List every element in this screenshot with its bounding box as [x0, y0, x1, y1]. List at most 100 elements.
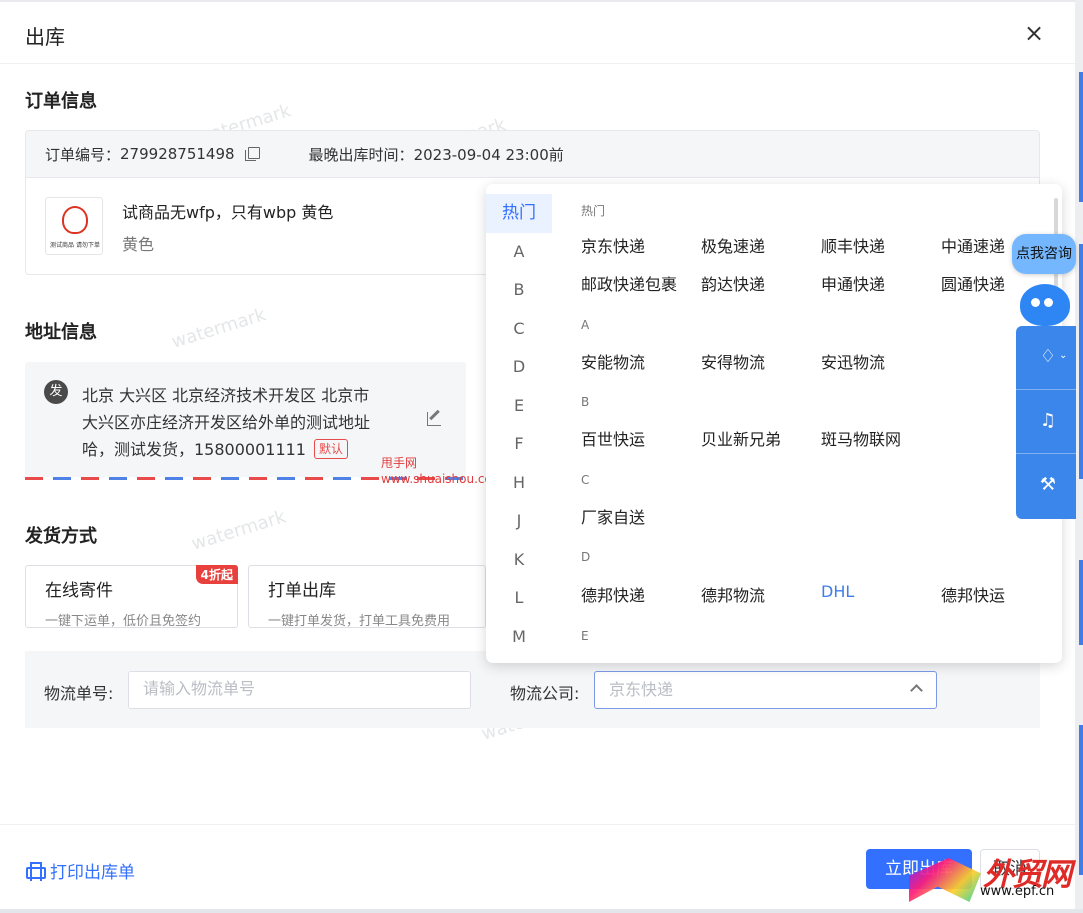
product-text: 试商品无wfp，只有wbp 黄色 黄色: [122, 197, 333, 255]
close-icon[interactable]: ×: [1022, 21, 1046, 45]
address-section-title: 地址信息: [25, 322, 97, 343]
shipping-option-print[interactable]: 打单出库 一键打单发货，打单工具免费用: [248, 565, 486, 629]
print-outbound-label: 打印出库单: [50, 863, 135, 883]
logistics-company-select[interactable]: 京东快递: [594, 671, 937, 709]
default-tag: 默认: [313, 439, 348, 459]
consult-button[interactable]: 点我咨询: [1012, 234, 1076, 274]
site-watermark-name: 甩手网: [381, 456, 418, 470]
alphabet-tab-c[interactable]: C: [486, 310, 552, 349]
company-option[interactable]: 邮政快递包裹: [581, 271, 677, 295]
alphabet-tab-f[interactable]: F: [486, 425, 552, 464]
logistics-company-label: 物流公司:: [510, 684, 580, 703]
product-name: 试商品无wfp，只有wbp 黄色: [122, 203, 334, 222]
company-option[interactable]: 德邦快递: [581, 582, 645, 606]
alphabet-tab-k[interactable]: K: [486, 541, 552, 580]
top-border: [0, 0, 1075, 4]
order-number-label: 订单编号：: [45, 145, 121, 164]
alphabet-tab-j[interactable]: J: [486, 502, 552, 541]
dialog-header: 出库 ×: [0, 5, 1075, 64]
order-number-value: 279928751498: [120, 145, 235, 163]
group-title-e: E: [581, 629, 589, 643]
idea-tool[interactable]: ♢ ⌄: [1016, 326, 1076, 390]
company-option[interactable]: 百世快运: [581, 426, 645, 450]
logo-url: www.epf.cn: [980, 884, 1055, 899]
group-title-b: B: [581, 395, 590, 409]
company-option[interactable]: 安能物流: [581, 349, 645, 373]
shipping-option-title: 打单出库: [268, 581, 336, 601]
shipping-option-desc: 一键下运单，低价且免签约: [45, 614, 202, 629]
company-option[interactable]: 德邦物流: [701, 582, 765, 606]
alphabet-tab-b[interactable]: B: [486, 271, 552, 310]
lightbulb-icon: ♢: [1039, 346, 1057, 367]
order-info-header: 订单编号： 279928751498 最晚出库时间： 2023-09-04 23…: [26, 131, 1039, 178]
tracking-number-label: 物流单号:: [44, 684, 114, 703]
shipping-option-online[interactable]: 在线寄件 一键下运单，低价且免签约 4折起: [25, 565, 238, 629]
address-line-2: 大兴区亦庄经济开发区给外单的测试地址: [82, 413, 371, 432]
discount-badge: 4折起: [195, 565, 238, 584]
company-option[interactable]: 安得物流: [701, 349, 765, 373]
company-option[interactable]: 中通速递: [941, 233, 1005, 257]
background-watermark: watermark: [169, 304, 269, 353]
company-option[interactable]: 京东快递: [581, 233, 645, 257]
company-option[interactable]: 顺丰快递: [821, 233, 885, 257]
printer-icon: [25, 862, 46, 881]
page-scroll-rail[interactable]: [1075, 0, 1083, 913]
rail-marker: [1079, 560, 1083, 645]
logistics-company-value: 京东快递: [609, 680, 674, 699]
tracking-number-input[interactable]: [128, 671, 471, 709]
alphabet-tab-hot[interactable]: 热门: [486, 194, 552, 233]
background-watermark: watermark: [189, 506, 289, 555]
alphabet-tab-h[interactable]: H: [486, 464, 552, 503]
address-line-3: 哈，测试发货，15800001111: [82, 440, 306, 459]
rail-marker: [1079, 72, 1083, 202]
company-option[interactable]: 申通快递: [821, 271, 885, 295]
sender-badge: 发: [44, 380, 68, 404]
site-logo: 外贸网 www.epf.cn: [909, 849, 1079, 913]
latest-shipping-time: 2023-09-04 23:00前: [413, 145, 564, 164]
company-option[interactable]: 安迅物流: [821, 349, 885, 373]
dialog-title: 出库: [25, 25, 65, 49]
company-option[interactable]: 斑马物联网: [821, 426, 901, 450]
rail-marker: [1079, 244, 1083, 479]
product-thumbnail: 测试商品 请勿下单: [45, 197, 103, 255]
logistics-company-dropdown: 热门 A B C D E F H J K L M 热门 京东快递 极兔速递 顺丰…: [486, 184, 1062, 663]
shipping-section-title: 发货方式: [25, 526, 97, 547]
company-option[interactable]: 圆通快递: [941, 271, 1005, 295]
group-title-a: A: [581, 318, 590, 332]
alphabet-tab-e[interactable]: E: [486, 387, 552, 426]
company-option[interactable]: 极兔速递: [701, 233, 765, 257]
edit-icon[interactable]: [427, 412, 441, 426]
product-spec: 黄色: [122, 235, 155, 254]
wrench-icon: ⚒: [1039, 474, 1057, 495]
group-title-c: C: [581, 473, 590, 487]
alphabet-tab-d[interactable]: D: [486, 348, 552, 387]
alphabet-tab-a[interactable]: A: [486, 233, 552, 272]
company-option[interactable]: 贝业新兄弟: [701, 426, 781, 450]
order-section-title: 订单信息: [25, 91, 97, 112]
shipping-option-desc: 一键打单发货，打单工具免费用: [268, 614, 451, 629]
bell-icon: ♫: [1039, 410, 1057, 431]
print-outbound-link[interactable]: 打印出库单: [25, 858, 135, 883]
logo-shape: [909, 858, 981, 902]
mascot-icon: [1020, 284, 1070, 326]
address-line-1: 北京 大兴区 北京经济技术开发区 北京市: [82, 386, 370, 405]
group-title-hot: 热门: [581, 204, 606, 218]
latest-shipping-label: 最晚出库时间：: [308, 145, 414, 164]
company-option-highlight[interactable]: DHL: [821, 582, 854, 601]
side-tool-panel: ♢ ⌄ ♫ ⚒: [1016, 326, 1076, 519]
notification-tool[interactable]: ♫: [1016, 390, 1076, 454]
chevron-up-icon: [910, 684, 923, 697]
copy-icon[interactable]: [244, 147, 260, 161]
group-title-d: D: [581, 550, 591, 564]
settings-tool[interactable]: ⚒: [1016, 454, 1076, 518]
company-option[interactable]: 韵达快递: [701, 271, 765, 295]
product-row: 测试商品 请勿下单 试商品无wfp，只有wbp 黄色 黄色: [45, 197, 333, 255]
alphabet-tab-l[interactable]: L: [486, 579, 552, 618]
company-option[interactable]: 厂家自送: [581, 504, 645, 528]
chevron-down-icon: ⌄: [1059, 350, 1068, 361]
company-option[interactable]: 德邦快运: [941, 582, 1005, 606]
mascot-image: [62, 206, 88, 234]
thumbnail-caption: 测试商品 请勿下单: [50, 242, 100, 249]
alphabet-tab-m[interactable]: M: [486, 618, 552, 657]
address-text: 北京 大兴区 北京经济技术开发区 北京市 大兴区亦庄经济开发区给外单的测试地址 …: [82, 382, 412, 463]
